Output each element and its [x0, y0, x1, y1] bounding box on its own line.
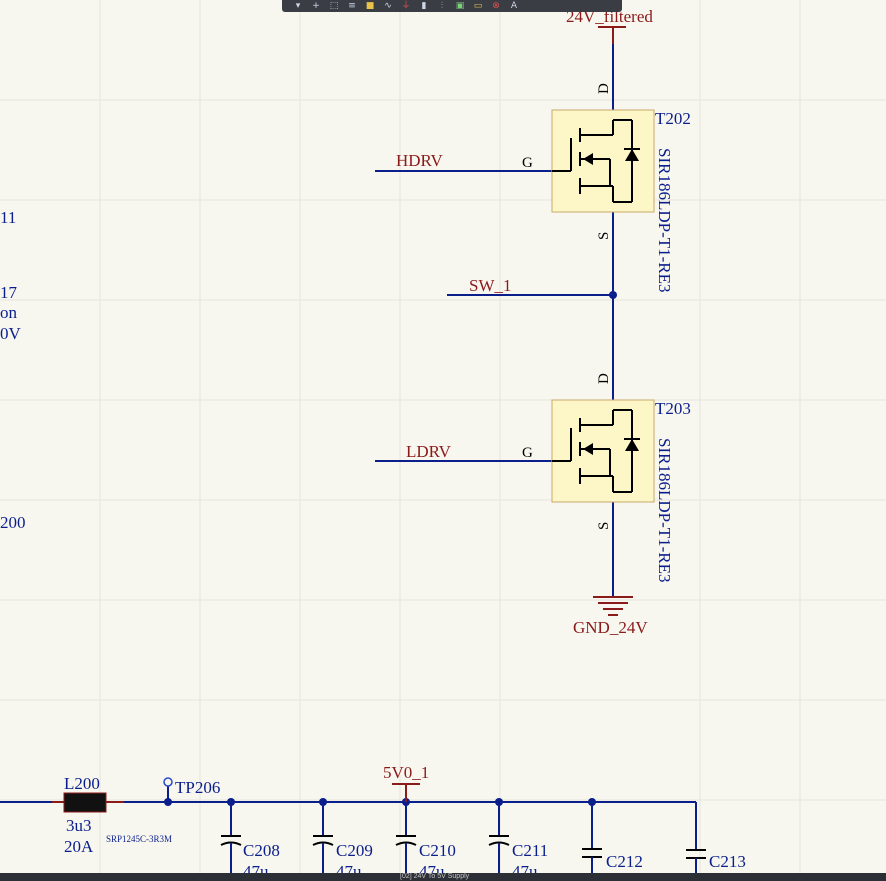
schematic-canvas[interactable]: 11 17 on 0V 200 24V_filtered G D S T202 …	[0, 0, 886, 881]
current-l200: 20A	[64, 837, 94, 856]
port-icon[interactable]: ▭	[472, 1, 484, 11]
left-fragment-200: 200	[0, 513, 26, 532]
capacitor-c213[interactable]: C213	[686, 849, 746, 873]
power-port-24v[interactable]: 24V_filtered	[566, 7, 653, 44]
left-fragment-on: on	[0, 303, 18, 322]
pin-d-t203: D	[596, 373, 612, 384]
mosfet-t203[interactable]: G D S T203 SIR186LDP-T1-RE3	[522, 373, 691, 583]
capacitor-c208[interactable]: C208 47u	[220, 802, 280, 881]
grid	[0, 0, 886, 881]
capacitor-c209[interactable]: C209 47u	[312, 802, 373, 881]
designator-c212: C212	[606, 852, 643, 871]
junction-sw1	[609, 291, 617, 299]
part-l200: SRP1245C-3R3M	[106, 834, 172, 844]
left-fragment-0v: 0V	[0, 324, 22, 343]
select-icon[interactable]: ⬚	[328, 1, 340, 11]
junctions	[164, 291, 617, 806]
designator-l200: L200	[64, 774, 100, 793]
designator-c208: C208	[243, 841, 280, 860]
capacitor-c212[interactable]: C212	[582, 802, 643, 873]
sheet-tab-bar[interactable]: [02] 24V To 5V Supply	[0, 873, 886, 881]
value-l200: 3u3	[66, 816, 92, 835]
power-port-icon[interactable]: ⏚	[400, 1, 412, 11]
wire-icon[interactable]: ∿	[382, 1, 394, 11]
add-icon[interactable]: +	[310, 1, 322, 11]
net-label-hdrv: HDRV	[396, 151, 444, 170]
pin-s-t203: S	[596, 522, 612, 530]
designator-t203: T203	[655, 399, 691, 418]
inductor-l200[interactable]: L200 3u3 20A SRP1245C-3R3M	[52, 774, 172, 856]
mosfet-t202[interactable]: G D S T202 SIR186LDP-T1-RE3	[522, 83, 691, 293]
capacitor-c211[interactable]: C211 47u	[488, 802, 548, 881]
power-port-5v0-1[interactable]: 5V0_1	[383, 763, 429, 802]
no-erc-icon[interactable]: ⊗	[490, 1, 502, 11]
net-label-ldrv: LDRV	[406, 442, 452, 461]
value-t202: SIR186LDP-T1-RE3	[655, 148, 674, 293]
value-t203: SIR186LDP-T1-RE3	[655, 438, 674, 583]
align-icon[interactable]: ≡	[346, 1, 358, 11]
designator-c209: C209	[336, 841, 373, 860]
testpoint-tp206[interactable]: TP206	[163, 777, 220, 802]
harness-icon[interactable]: ⫶	[436, 1, 448, 11]
left-fragment-17: 17	[0, 283, 18, 302]
text-icon[interactable]: A	[508, 1, 520, 11]
capacitor-c210[interactable]: C210 47u	[395, 802, 456, 881]
designator-tp206: TP206	[175, 778, 220, 797]
net-label-sw1: SW_1	[469, 276, 512, 295]
designator-t202: T202	[655, 109, 691, 128]
pin-g-t203: G	[522, 445, 533, 461]
part-icon[interactable]: ■	[364, 1, 376, 11]
designator-c211: C211	[512, 841, 548, 860]
sheet-icon[interactable]: ▣	[454, 1, 466, 11]
net-label-gnd-24v: GND_24V	[573, 618, 648, 637]
active-bar-toolbar: ▾ + ⬚ ≡ ■ ∿ ⏚ ▮ ⫶ ▣ ▭ ⊗ A	[282, 0, 622, 12]
designator-c210: C210	[419, 841, 456, 860]
ground-symbol-gnd-24v[interactable]	[593, 580, 633, 616]
net-label-5v0-1: 5V0_1	[383, 763, 429, 782]
pin-d-t202: D	[596, 83, 612, 94]
sheet-tab-label[interactable]: [02] 24V To 5V Supply	[0, 873, 469, 880]
left-fragment-11: 11	[0, 208, 16, 227]
bus-icon[interactable]: ▮	[418, 1, 430, 11]
pin-g-t202: G	[522, 155, 533, 171]
filter-icon[interactable]: ▾	[292, 1, 304, 11]
designator-c213: C213	[709, 852, 746, 871]
pin-s-t202: S	[596, 232, 612, 240]
